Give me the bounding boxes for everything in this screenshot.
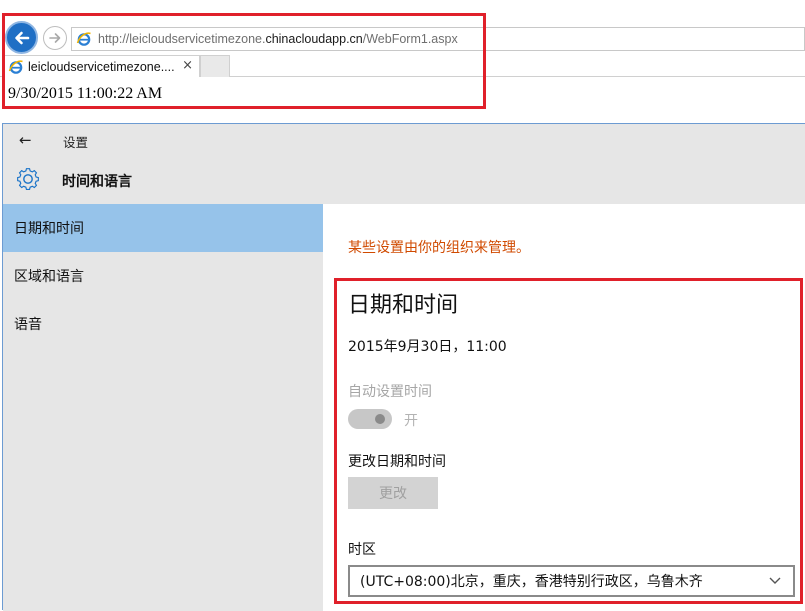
- sidebar-item-label: 日期和时间: [14, 221, 84, 237]
- toggle-knob: [375, 414, 385, 424]
- auto-time-label: 自动设置时间: [348, 384, 432, 400]
- sidebar-item-date-time[interactable]: 日期和时间: [3, 204, 323, 252]
- sidebar-item-label: 区域和语言: [14, 269, 84, 285]
- current-datetime: 2015年9月30日，11:00: [348, 339, 507, 355]
- back-arrow-icon: [14, 31, 29, 44]
- section-title: 日期和时间: [348, 293, 459, 318]
- new-tab-button[interactable]: [200, 55, 230, 77]
- page-title: 时间和语言: [62, 174, 132, 190]
- window-title: 设置: [63, 135, 89, 150]
- timezone-value: (UTC+08:00)北京，重庆，香港特别行政区，乌鲁木齐: [360, 574, 703, 590]
- address-bar[interactable]: http://leicloudservicetimezone.chinaclou…: [71, 27, 805, 51]
- auto-time-toggle[interactable]: [348, 409, 392, 429]
- content-pane: 某些设置由你的组织来管理。 日期和时间 2015年9月30日，11:00 自动设…: [323, 204, 805, 611]
- ie-icon: [76, 31, 92, 47]
- chevron-down-icon: [769, 577, 781, 584]
- url-text[interactable]: http://leicloudservicetimezone.chinaclou…: [98, 32, 458, 46]
- page-time-text: 9/30/2015 11:00:22 AM: [8, 85, 163, 102]
- sidebar: 日期和时间 区域和语言 语音: [3, 204, 323, 611]
- sidebar-item-region-language[interactable]: 区域和语言: [3, 252, 323, 300]
- browser-window: http://leicloudservicetimezone.chinaclou…: [0, 0, 805, 110]
- sidebar-item-label: 语音: [14, 317, 42, 333]
- change-datetime-label: 更改日期和时间: [348, 454, 446, 470]
- forward-arrow-icon: [49, 33, 61, 43]
- tab-ie-icon: [8, 59, 24, 75]
- tab-strip: leicloudservicetimezone.... ×: [0, 55, 805, 77]
- browser-tab[interactable]: leicloudservicetimezone.... ×: [4, 55, 200, 77]
- url-prefix: http://leicloudservicetimezone.: [98, 32, 266, 46]
- auto-time-state: 开: [404, 413, 418, 429]
- gear-icon: [17, 168, 39, 190]
- timezone-label: 时区: [348, 542, 376, 558]
- sidebar-item-speech[interactable]: 语音: [3, 300, 323, 348]
- forward-button[interactable]: [43, 26, 67, 50]
- url-path: /WebForm1.aspx: [362, 32, 458, 46]
- tab-title: leicloudservicetimezone....: [28, 59, 175, 74]
- title-bar: ← 设置: [3, 124, 805, 157]
- page-header: 时间和语言: [3, 157, 805, 204]
- url-domain: chinacloudapp.cn: [265, 32, 363, 46]
- settings-window: ← 设置 时间和语言 日期和时间 区域和语言 语音 某些设置由你的组织来管理。 …: [2, 123, 805, 611]
- change-button[interactable]: 更改: [348, 477, 438, 509]
- managed-by-org-note: 某些设置由你的组织来管理。: [348, 240, 530, 256]
- tab-close-icon[interactable]: ×: [182, 58, 193, 73]
- timezone-dropdown[interactable]: (UTC+08:00)北京，重庆，香港特别行政区，乌鲁木齐: [348, 565, 795, 597]
- back-button[interactable]: [5, 21, 38, 54]
- settings-back-button[interactable]: ←: [19, 131, 32, 149]
